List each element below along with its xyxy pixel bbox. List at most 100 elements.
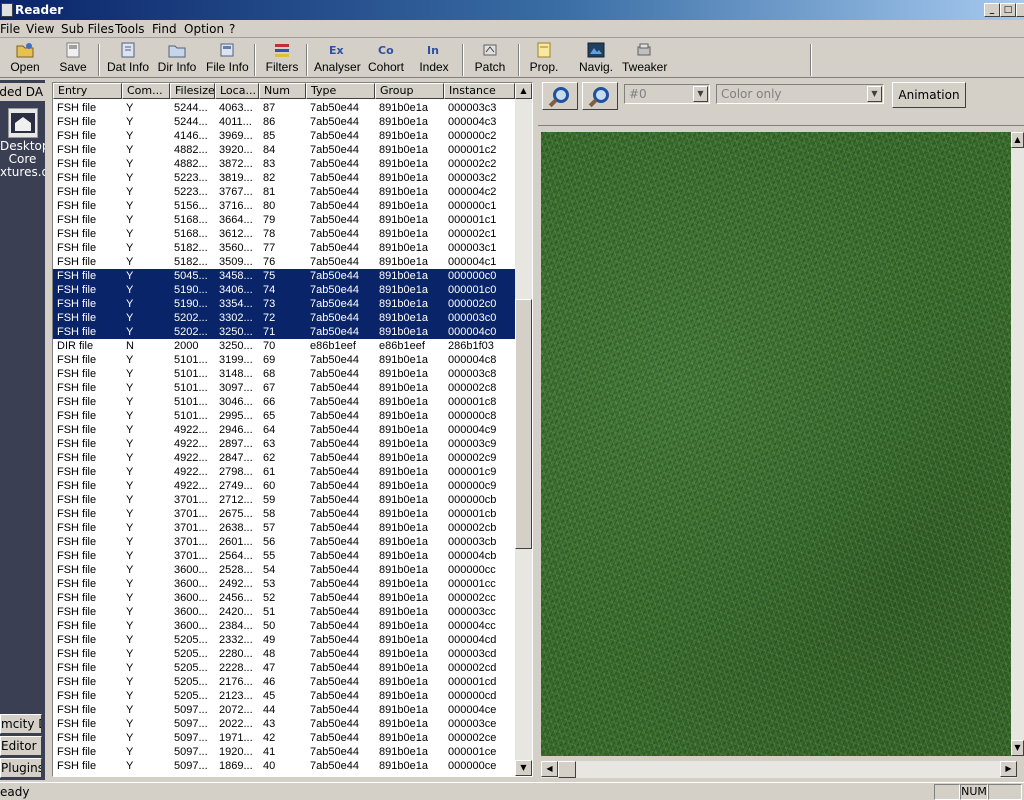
scroll-up-icon[interactable]: ▲ <box>515 83 532 99</box>
save-button[interactable]: Save <box>56 42 90 76</box>
table-row[interactable]: FSH file Y 3701... 2712... 59 7ab50e44 891b0e1… <box>53 493 515 507</box>
navigator-button[interactable]: Navig. <box>576 42 616 76</box>
table-row[interactable]: FSH file Y 3600... 2420... 51 7ab50e44 891b0e1… <box>53 605 515 619</box>
dat-info-button[interactable]: Dat Info <box>106 42 150 76</box>
color-mode-select[interactable]: Color only ▼ <box>716 84 884 104</box>
table-row[interactable]: FSH file Y 5190... 3354... 73 7ab50e44 891b0e1… <box>53 297 515 311</box>
menu-tools[interactable]: Tools <box>115 22 145 36</box>
dir-info-button[interactable]: Dir Info <box>156 42 198 76</box>
table-row[interactable]: FSH file Y 5168... 3664... 79 7ab50e44 891b0e1… <box>53 213 515 227</box>
file-list[interactable]: Entry Com... Filesize Loca... Num Type G… <box>52 82 533 777</box>
column-instance[interactable]: Instance <box>444 83 515 99</box>
menu-sub-files[interactable]: Sub Files <box>61 22 114 36</box>
table-row[interactable]: FSH file Y 5205... 2228... 47 7ab50e44 891b0e1… <box>53 661 515 675</box>
maximize-button[interactable]: □ <box>1000 3 1016 17</box>
column-num[interactable]: Num <box>259 83 306 99</box>
table-row[interactable]: FSH file Y 5156... 3716... 80 7ab50e44 891b0e1… <box>53 199 515 213</box>
preview-horizontal-scrollbar[interactable]: ◀ ▶ <box>541 761 1017 778</box>
table-row[interactable]: FSH file Y 5101... 3046... 66 7ab50e44 891b0e1… <box>53 395 515 409</box>
table-row[interactable]: FSH file Y 5097... 1971... 42 7ab50e44 891b0e1… <box>53 731 515 745</box>
table-row[interactable]: FSH file Y 4922... 2749... 60 7ab50e44 891b0e1… <box>53 479 515 493</box>
table-row[interactable]: FSH file Y 4922... 2946... 64 7ab50e44 891b0e1… <box>53 423 515 437</box>
table-row[interactable]: FSH file Y 3600... 2456... 52 7ab50e44 891b0e1… <box>53 591 515 605</box>
table-row[interactable]: FSH file Y 5244... 4011... 86 7ab50e44 891b0e1… <box>53 115 515 129</box>
analyser-button[interactable]: Ex Analyser <box>314 42 361 76</box>
table-row[interactable]: FSH file Y 4882... 3872... 83 7ab50e44 891b0e1… <box>53 157 515 171</box>
zoom-in-button[interactable] <box>542 82 578 110</box>
dat-file-item[interactable]: Desktop\ Core xtures.da <box>0 104 45 179</box>
table-row[interactable]: FSH file Y 5205... 2332... 49 7ab50e44 891b0e1… <box>53 633 515 647</box>
table-row[interactable]: FSH file Y 5202... 3302... 72 7ab50e44 891b0e1… <box>53 311 515 325</box>
table-row[interactable]: FSH file Y 3600... 2528... 54 7ab50e44 891b0e1… <box>53 563 515 577</box>
zoom-out-button[interactable] <box>582 82 618 110</box>
table-row[interactable]: FSH file Y 5101... 3148... 68 7ab50e44 891b0e1… <box>53 367 515 381</box>
list-scrollbar[interactable]: ▲ ▼ <box>515 83 532 776</box>
patch-button[interactable]: Patch <box>472 42 508 76</box>
scroll-up-icon[interactable]: ▲ <box>1011 132 1024 148</box>
menu-view[interactable]: View <box>26 22 54 36</box>
table-row[interactable]: FSH file Y 5182... 3509... 76 7ab50e44 891b0e1… <box>53 255 515 269</box>
column-entry[interactable]: Entry <box>53 83 122 99</box>
table-row[interactable]: FSH file Y 5205... 2123... 45 7ab50e44 891b0e1… <box>53 689 515 703</box>
table-row[interactable]: FSH file Y 5045... 3458... 75 7ab50e44 891b0e1… <box>53 269 515 283</box>
cohort-button[interactable]: Co Cohort <box>366 42 406 76</box>
preview-vertical-scrollbar[interactable]: ▲ ▼ <box>1011 132 1024 756</box>
table-row[interactable]: FSH file Y 5205... 2176... 46 7ab50e44 891b0e1… <box>53 675 515 689</box>
simcity-dat-button[interactable]: mcity DA <box>0 714 42 734</box>
table-row[interactable]: FSH file Y 4882... 3920... 84 7ab50e44 891b0e1… <box>53 143 515 157</box>
scroll-thumb[interactable] <box>558 761 576 778</box>
menu-option[interactable]: Option <box>184 22 224 36</box>
table-row[interactable]: FSH file Y 3701... 2675... 58 7ab50e44 891b0e1… <box>53 507 515 521</box>
table-row[interactable]: FSH file Y 5223... 3767... 81 7ab50e44 891b0e1… <box>53 185 515 199</box>
image-index-select[interactable]: #0 ▼ <box>624 84 710 104</box>
index-button[interactable]: In Index <box>416 42 452 76</box>
animation-button[interactable]: Animation <box>892 82 966 108</box>
menu-find[interactable]: Find <box>152 22 177 36</box>
column-location[interactable]: Loca... <box>215 83 259 99</box>
chevron-down-icon[interactable]: ▼ <box>693 86 708 102</box>
table-row[interactable]: FSH file Y 5097... 1869... 40 7ab50e44 891b0e1… <box>53 759 515 773</box>
editor-dat-button[interactable]: Editor DA <box>0 736 42 756</box>
table-row[interactable]: FSH file Y 5097... 1920... 41 7ab50e44 891b0e1… <box>53 745 515 759</box>
table-row[interactable]: FSH file Y 3701... 2564... 55 7ab50e44 891b0e1… <box>53 549 515 563</box>
filters-button[interactable]: Filters <box>264 42 300 76</box>
column-type[interactable]: Type <box>306 83 375 99</box>
scroll-right-icon[interactable]: ▶ <box>1000 761 1017 777</box>
scroll-left-icon[interactable]: ◀ <box>541 761 558 777</box>
table-row[interactable]: DIR file N 2000 3250... 70 e86b1eef e86b1eef 28… <box>53 339 515 353</box>
menu-help[interactable]: ? <box>229 22 235 36</box>
table-row[interactable]: FSH file Y 4922... 2897... 63 7ab50e44 891b0e1… <box>53 437 515 451</box>
scroll-thumb[interactable] <box>515 299 532 549</box>
menu-file[interactable]: File <box>0 22 20 36</box>
table-row[interactable]: FSH file Y 3701... 2601... 56 7ab50e44 891b0e1… <box>53 535 515 549</box>
table-row[interactable]: FSH file Y 3701... 2638... 57 7ab50e44 891b0e1… <box>53 521 515 535</box>
table-row[interactable]: FSH file Y 5190... 3406... 74 7ab50e44 891b0e1… <box>53 283 515 297</box>
open-button[interactable]: Open <box>8 42 42 76</box>
table-row[interactable]: FSH file Y 4922... 2798... 61 7ab50e44 891b0e1… <box>53 465 515 479</box>
table-row[interactable]: FSH file Y 5244... 4063... 87 7ab50e44 891b0e1… <box>53 101 515 115</box>
table-row[interactable]: FSH file Y 5205... 2280... 48 7ab50e44 891b0e1… <box>53 647 515 661</box>
properties-button[interactable]: Prop. <box>528 42 560 76</box>
table-row[interactable]: FSH file Y 5182... 3560... 77 7ab50e44 891b0e1… <box>53 241 515 255</box>
table-row[interactable]: FSH file Y 4922... 2847... 62 7ab50e44 891b0e1… <box>53 451 515 465</box>
scroll-down-icon[interactable]: ▼ <box>515 760 532 776</box>
table-row[interactable]: FSH file Y 5101... 3097... 67 7ab50e44 891b0e1… <box>53 381 515 395</box>
table-row[interactable]: FSH file Y 5223... 3819... 82 7ab50e44 891b0e1… <box>53 171 515 185</box>
table-row[interactable]: FSH file Y 3600... 2492... 53 7ab50e44 891b0e1… <box>53 577 515 591</box>
chevron-down-icon[interactable]: ▼ <box>867 86 882 102</box>
tweaker-button[interactable]: Tweaker <box>622 42 667 76</box>
table-row[interactable]: FSH file Y 3600... 2384... 50 7ab50e44 891b0e1… <box>53 619 515 633</box>
table-row[interactable]: FSH file Y 5168... 3612... 78 7ab50e44 891b0e1… <box>53 227 515 241</box>
file-info-button[interactable]: File Info <box>206 42 249 76</box>
minimize-button[interactable]: _ <box>984 3 1000 17</box>
table-row[interactable]: FSH file Y 5097... 2022... 43 7ab50e44 891b0e1… <box>53 717 515 731</box>
column-filesize[interactable]: Filesize <box>170 83 215 99</box>
table-row[interactable]: FSH file Y 5202... 3250... 71 7ab50e44 891b0e1… <box>53 325 515 339</box>
scroll-down-icon[interactable]: ▼ <box>1011 740 1024 756</box>
plugins-button[interactable]: Plugins <box>0 758 42 778</box>
table-row[interactable]: FSH file Y 5097... 2072... 44 7ab50e44 891b0e1… <box>53 703 515 717</box>
close-button[interactable] <box>1016 3 1024 17</box>
table-row[interactable]: FSH file Y 5101... 2995... 65 7ab50e44 891b0e1… <box>53 409 515 423</box>
table-row[interactable]: FSH file Y 4146... 3969... 85 7ab50e44 891b0e1… <box>53 129 515 143</box>
column-compressed[interactable]: Com... <box>122 83 170 99</box>
